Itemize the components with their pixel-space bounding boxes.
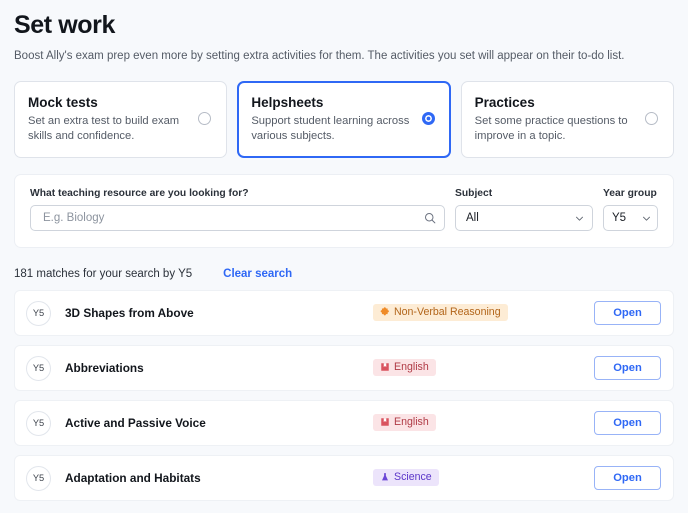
- results-list: Y5 3D Shapes from Above Non-Verbal Reaso…: [0, 280, 688, 501]
- subject-select[interactable]: All: [455, 205, 593, 231]
- work-type-text: Practices Set some practice questions to…: [475, 94, 637, 144]
- year-chip: Y5: [26, 410, 51, 436]
- open-button[interactable]: Open: [594, 411, 661, 435]
- badge-label: English: [394, 416, 429, 429]
- open-button[interactable]: Open: [594, 356, 661, 380]
- work-type-description: Support student learning across various …: [251, 115, 410, 142]
- work-type-description: Set an extra test to build exam skills a…: [28, 115, 180, 142]
- year-chip: Y5: [26, 465, 51, 491]
- search-icon: [425, 213, 436, 224]
- status-badge: English: [373, 358, 436, 376]
- work-type-name: Helpsheets: [251, 95, 324, 110]
- row-content: Y5 Active and Passive Voice English Open: [26, 410, 661, 436]
- status-badge: English: [373, 413, 436, 431]
- work-type-options: Mock tests Set an extra test to build ex…: [0, 64, 688, 158]
- badge-slot: English: [373, 358, 436, 378]
- radio-mock-tests[interactable]: [198, 112, 212, 125]
- page-subtitle: Boost Ally's exam prep even more by sett…: [14, 50, 625, 62]
- book-icon: [381, 363, 389, 371]
- set-work-page: Set work Boost Ally's exam prep even mor…: [0, 0, 688, 513]
- work-type-description: Set some practice questions to improve i…: [474, 115, 628, 142]
- work-type-name: Mock tests: [28, 95, 98, 110]
- subject-label: Subject: [455, 188, 493, 199]
- subject-value: All: [466, 212, 479, 224]
- table-row[interactable]: Y5 Active and Passive Voice English Open: [14, 400, 674, 446]
- chevron-down-icon: [576, 216, 583, 221]
- book-icon: [381, 418, 389, 426]
- radio-helpsheets[interactable]: [421, 112, 435, 125]
- flask-icon: [382, 473, 388, 481]
- status-badge: Non-Verbal Reasoning: [373, 303, 508, 321]
- search-input[interactable]: [41, 211, 418, 225]
- badge-slot: Non-Verbal Reasoning: [373, 303, 508, 323]
- row-content: Y5 Abbreviations English Open: [26, 355, 661, 381]
- filter-panel: What teaching resource are you looking f…: [14, 174, 674, 248]
- year-group-label: Year group: [603, 188, 657, 199]
- table-row[interactable]: Y5 Adaptation and Habitats Science Open: [14, 455, 674, 501]
- table-row[interactable]: Y5 3D Shapes from Above Non-Verbal Reaso…: [14, 290, 674, 336]
- year-group-field: Year group Y5: [603, 187, 658, 231]
- resource-title: Active and Passive Voice: [65, 416, 206, 430]
- table-row[interactable]: Y5 Abbreviations English Open: [14, 345, 674, 391]
- badge-label: Science: [394, 471, 432, 484]
- badge-label: English: [394, 361, 429, 374]
- chevron-down-icon: [643, 216, 650, 221]
- work-type-card-practices[interactable]: Practices Set some practice questions to…: [460, 81, 674, 158]
- subject-field: Subject All: [455, 187, 593, 231]
- badge-label: Non-Verbal Reasoning: [394, 306, 501, 319]
- resource-title: Adaptation and Habitats: [65, 471, 201, 485]
- results-count: 181 matches for your search by Y5: [14, 268, 193, 280]
- year-chip: Y5: [26, 355, 51, 381]
- resource-title: Abbreviations: [65, 361, 144, 375]
- work-type-text: Helpsheets Support student learning acro…: [251, 94, 413, 144]
- work-type-card-mock-tests[interactable]: Mock tests Set an extra test to build ex…: [14, 81, 228, 158]
- clear-search-link[interactable]: Clear search: [223, 268, 292, 280]
- search-label: What teaching resource are you looking f…: [30, 188, 249, 199]
- work-type-name: Practices: [474, 95, 535, 110]
- badge-slot: English: [373, 413, 436, 433]
- results-header: 181 matches for your search by Y5 Clear …: [0, 248, 688, 280]
- puzzle-piece-icon: [380, 307, 389, 316]
- row-content: Y5 3D Shapes from Above Non-Verbal Reaso…: [26, 300, 661, 326]
- open-button[interactable]: Open: [594, 301, 661, 325]
- open-button[interactable]: Open: [594, 466, 661, 490]
- status-badge: Science: [373, 468, 439, 486]
- work-type-text: Mock tests Set an extra test to build ex…: [28, 94, 190, 144]
- radio-practices[interactable]: [644, 112, 658, 125]
- badge-slot: Science: [373, 468, 439, 488]
- search-field: What teaching resource are you looking f…: [30, 187, 445, 231]
- year-chip: Y5: [26, 300, 51, 326]
- search-box[interactable]: [30, 205, 445, 231]
- resource-title: 3D Shapes from Above: [65, 306, 194, 320]
- year-group-select[interactable]: Y5: [603, 205, 658, 231]
- row-content: Y5 Adaptation and Habitats Science Open: [26, 465, 661, 491]
- work-type-card-helpsheets[interactable]: Helpsheets Support student learning acro…: [237, 81, 451, 158]
- page-title: Set work: [14, 11, 115, 39]
- year-group-value: Y5: [612, 212, 627, 224]
